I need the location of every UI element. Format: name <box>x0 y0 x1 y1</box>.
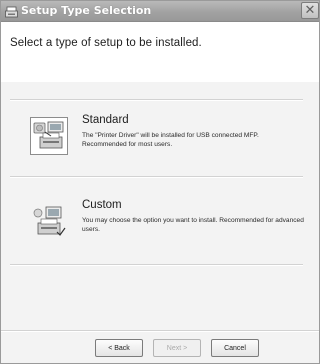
button-row: < Back Next > Cancel <box>1 339 319 359</box>
next-button[interactable]: Next > <box>153 339 201 357</box>
custom-title: Custom <box>82 199 122 211</box>
standard-setup-icon[interactable] <box>30 117 68 155</box>
installer-icon <box>5 5 18 18</box>
standard-description: The "Printer Driver" will be installed f… <box>82 132 259 148</box>
standard-option[interactable]: Standard The "Printer Driver" will be in… <box>10 111 303 171</box>
header-panel <box>1 22 319 82</box>
divider <box>10 264 303 266</box>
close-button[interactable]: ✕ <box>301 2 319 19</box>
window-title: Setup Type Selection <box>21 4 152 17</box>
close-icon: ✕ <box>304 3 316 18</box>
custom-description: You may choose the option you want to in… <box>82 217 304 233</box>
back-button[interactable]: < Back <box>95 339 143 357</box>
custom-setup-icon[interactable] <box>30 202 68 240</box>
standard-title: Standard <box>82 114 129 126</box>
divider <box>10 99 303 101</box>
button-divider <box>1 330 319 332</box>
divider <box>10 176 303 178</box>
title-bar: Setup Type Selection ✕ <box>1 1 319 22</box>
page-heading: Select a type of setup to be installed. <box>10 37 202 49</box>
custom-option[interactable]: Custom You may choose the option you wan… <box>10 196 304 256</box>
setup-dialog: Setup Type Selection ✕ Select a type of … <box>0 0 320 364</box>
cancel-button[interactable]: Cancel <box>211 339 259 357</box>
